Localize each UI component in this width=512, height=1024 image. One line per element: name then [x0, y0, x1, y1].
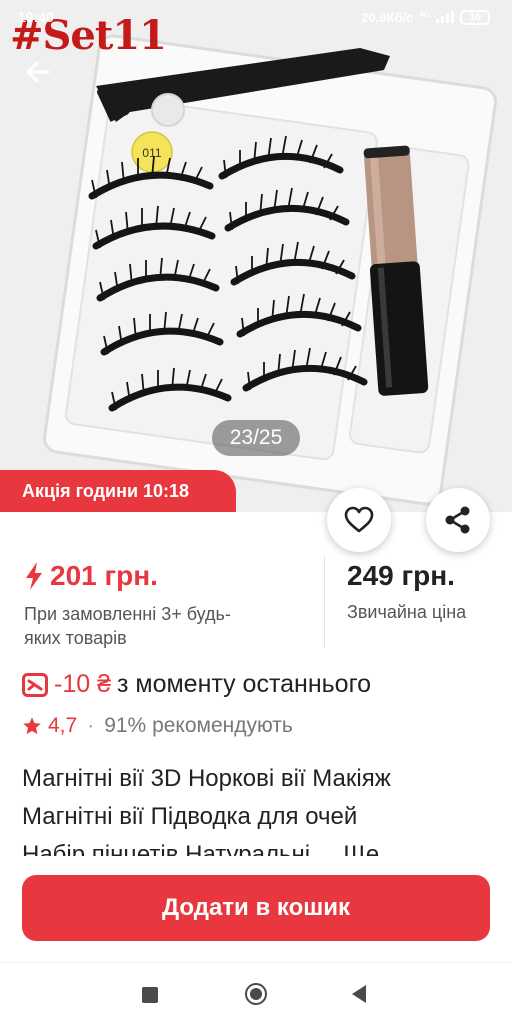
star-icon	[23, 717, 41, 735]
signal-icon	[436, 11, 454, 23]
image-counter: 23/25	[212, 420, 300, 456]
share-icon	[445, 506, 470, 534]
rating-separator: ·	[87, 714, 95, 737]
system-back-icon[interactable]	[352, 985, 366, 1003]
promo-price-block: 201 грн. При замовленні 3+ будь-яких тов…	[24, 560, 264, 650]
title-line-truncated: Набір пінцетів Натуральні ... Ще	[22, 841, 380, 856]
system-navigation-bar	[0, 962, 512, 1024]
recent-apps-icon[interactable]	[142, 987, 158, 1003]
rating-row[interactable]: 4,7 · 91% рекомендують	[22, 714, 293, 738]
battery-level: 18	[469, 11, 481, 23]
arrow-left-icon	[26, 61, 50, 83]
title-line: Магнітні вії 3D Норкові вії Макіяж	[22, 765, 391, 792]
back-button[interactable]	[22, 56, 54, 88]
home-icon[interactable]	[245, 983, 267, 1005]
favorite-button[interactable]	[327, 488, 391, 552]
price-section: 201 грн. При замовленні 3+ будь-яких тов…	[0, 552, 512, 648]
share-button[interactable]	[426, 488, 490, 552]
product-title[interactable]: Магнітні вії 3D Норкові вії Макіяж Магні…	[22, 760, 492, 856]
regular-price-note: Звичайна ціна	[347, 602, 467, 622]
coupon-row[interactable]: -10 ₴ з моменту останнього	[22, 670, 371, 699]
network-speed: 20,9Кб/с	[361, 9, 414, 25]
promo-price-note: При замовленні 3+ будь-яких товарів	[24, 604, 231, 648]
status-indicators: 20,9Кб/с 4G 18	[361, 9, 490, 25]
coupon-discount: -10 ₴	[54, 670, 111, 698]
promo-banner: Акція години 10:18	[0, 470, 236, 512]
coupon-icon	[22, 672, 48, 697]
lightning-icon	[26, 562, 42, 590]
title-line: Магнітні вії Підводка для очей	[22, 803, 358, 830]
product-image-gallery[interactable]: 011 19:40 20,9Кб/с 4G 18 #Set11 23/25 Ак…	[0, 0, 512, 512]
network-type: 4G	[419, 9, 430, 19]
tray-label: 011	[142, 146, 161, 160]
add-to-cart-button[interactable]: Додати в кошик	[22, 875, 490, 941]
regular-price-block: 249 грн. Звичайна ціна	[347, 560, 466, 623]
battery-icon: 18	[460, 9, 490, 25]
rating-value: 4,7	[48, 714, 78, 737]
coupon-text: з моменту останнього	[116, 670, 372, 698]
heart-icon	[344, 506, 374, 533]
promo-price-row: 201 грн.	[24, 560, 264, 592]
regular-price: 249 грн.	[347, 560, 455, 591]
promo-price: 201 грн.	[50, 560, 158, 591]
status-time: 19:40	[18, 9, 54, 25]
recommend-rate: 91% рекомендують	[104, 714, 293, 737]
price-divider	[324, 556, 325, 648]
status-bar: 19:40 20,9Кб/с 4G 18	[0, 0, 512, 34]
